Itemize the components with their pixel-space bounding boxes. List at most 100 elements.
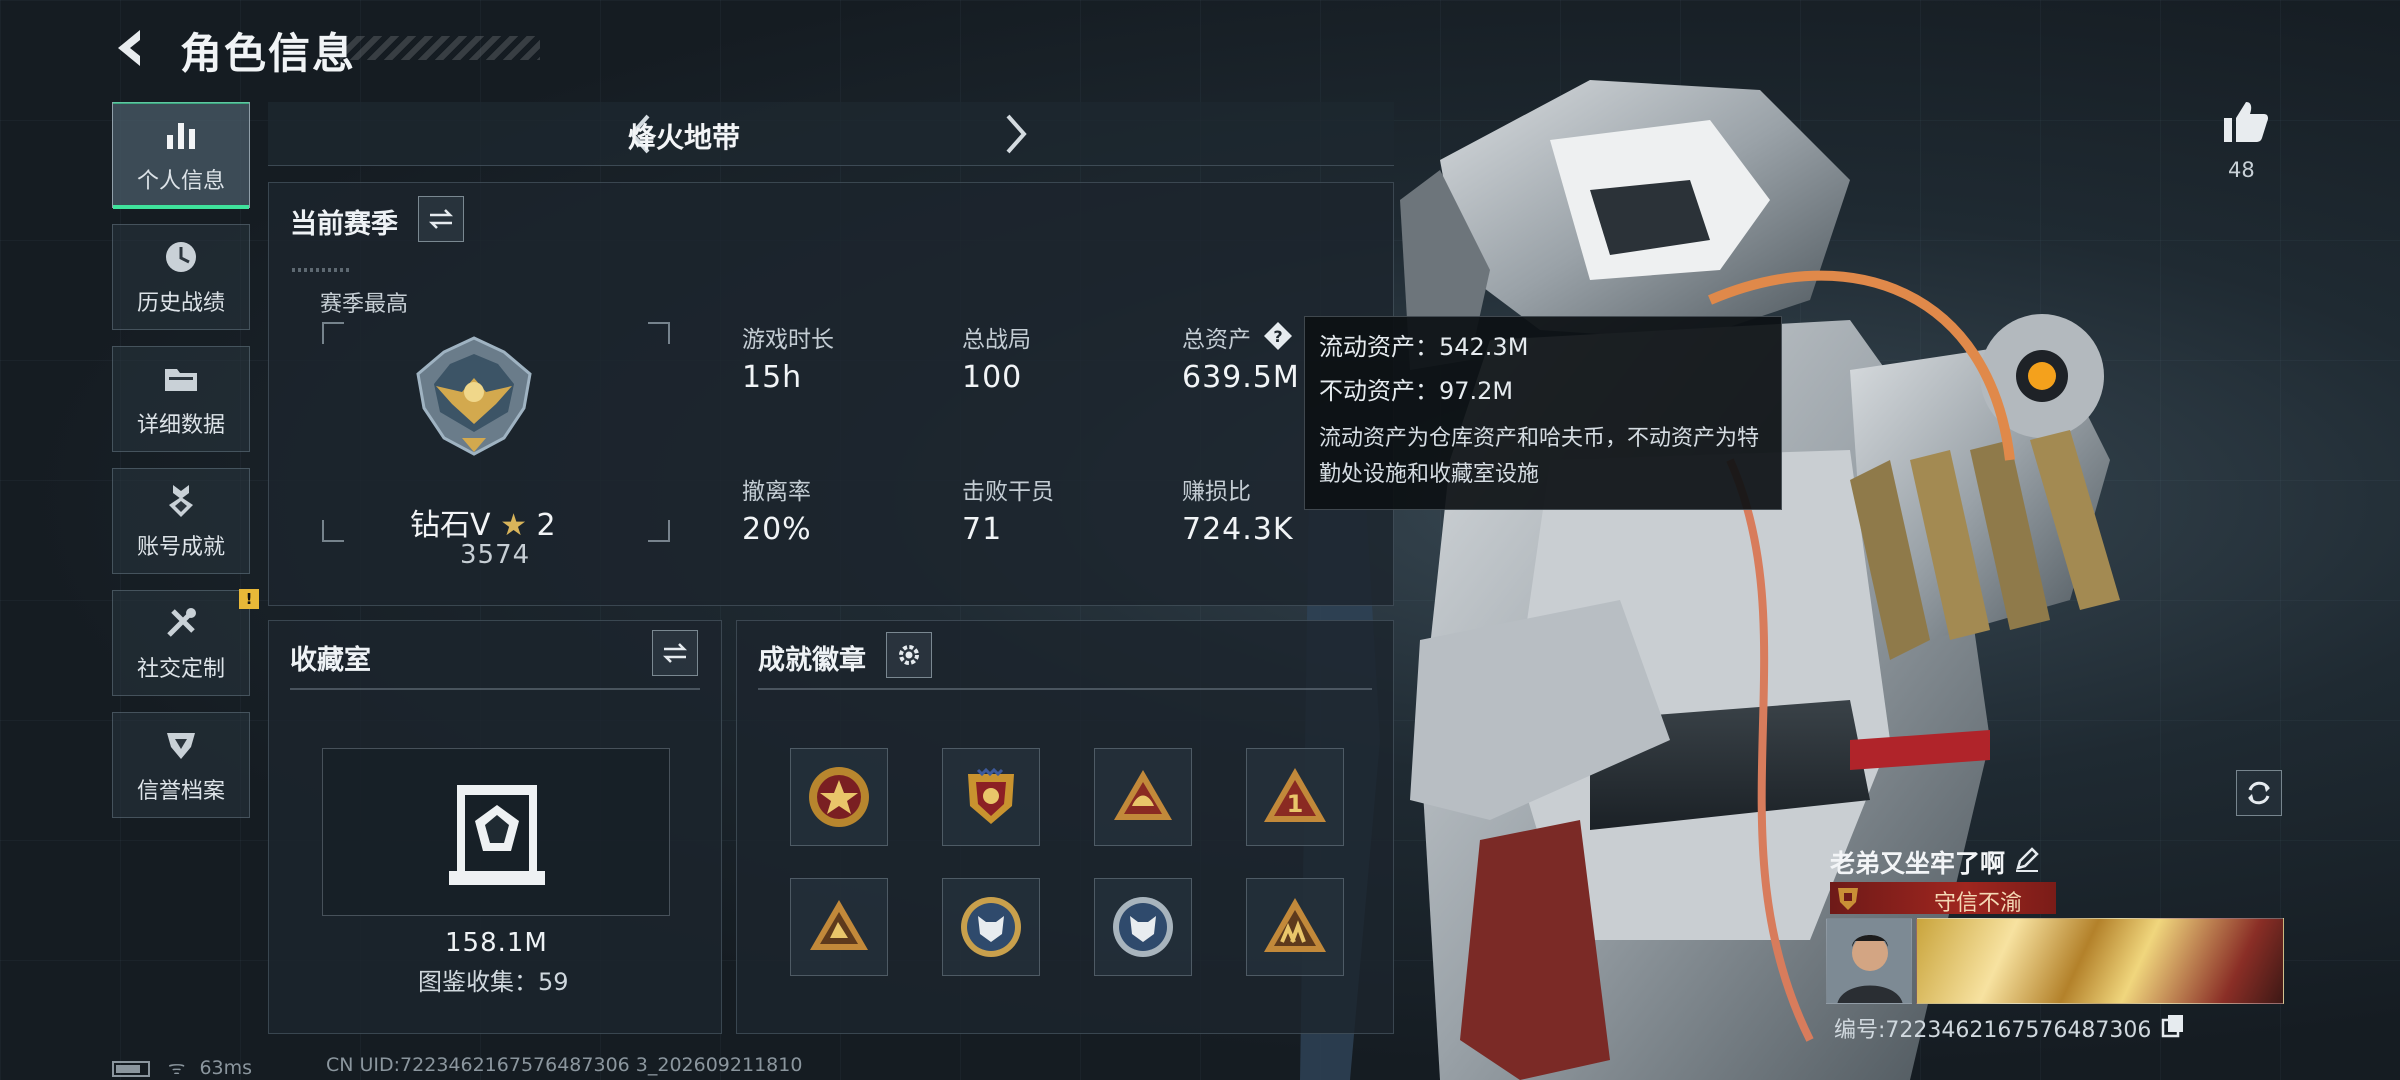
divider [290, 688, 700, 690]
achievement-badge[interactable]: 1 [1246, 748, 1344, 846]
game-screen: { "header": { "title": "角色信息" }, "sideba… [0, 0, 2400, 1080]
gear-icon [899, 645, 919, 665]
copy-icon[interactable] [2160, 1012, 2186, 1038]
warning-badge: ! [239, 589, 259, 609]
sidebar-item-label: 社交定制 [136, 657, 225, 682]
sidebar-item-label: 信誉档案 [136, 779, 225, 804]
stat-value: 639.5M [1182, 360, 1300, 395]
svg-text:?: ? [1273, 327, 1282, 346]
sidebar-item-personal-info[interactable]: 个人信息 [112, 102, 250, 209]
triangle-badge-icon [1114, 770, 1172, 820]
title-decoration [340, 36, 540, 60]
stat-value: 71 [962, 512, 1003, 547]
swap-icon [428, 209, 454, 229]
stat-label: 击败干员 [962, 479, 1054, 505]
star-icon: ★ [500, 508, 527, 543]
sidebar-item-label: 详细数据 [136, 413, 225, 438]
achievement-badge[interactable] [942, 748, 1040, 846]
thumbs-up-icon[interactable] [2220, 98, 2270, 144]
clock-icon [166, 242, 196, 272]
squad-badge-icon [1264, 898, 1326, 952]
season-best-label: 赛季最高 [320, 292, 409, 317]
sidebar-item-label: 个人信息 [136, 169, 225, 194]
collection-count: 图鉴收集：59 [418, 968, 569, 996]
achievement-badge[interactable] [942, 878, 1040, 976]
climber-badge-icon [810, 900, 868, 950]
season-title: 当前赛季 [290, 209, 398, 240]
achievement-badge[interactable] [1094, 878, 1192, 976]
stat-label: 游戏时长 [742, 327, 834, 353]
tooltip-fixed-assets: 不动资产：97.2M [1319, 377, 1514, 405]
profile-banner[interactable] [1916, 918, 2284, 1004]
emblem-icon [1838, 888, 1858, 910]
status-bar: ᯤ 63ms [112, 1054, 252, 1080]
stat-value: 15h [742, 360, 803, 395]
wolf-badge-icon [961, 897, 1021, 957]
shield-icon [167, 733, 195, 759]
battery-icon [112, 1060, 150, 1077]
stat-label: 赚损比 [1182, 479, 1251, 505]
collection-value: 158.1M [445, 928, 548, 958]
collection-switch-button[interactable] [652, 630, 698, 676]
wifi-icon: ᯤ [168, 1057, 186, 1079]
wolf-badge-icon [1113, 897, 1173, 957]
mode-title: 烽火地带 [627, 121, 740, 154]
sidebar-item-history[interactable]: 历史战绩 [112, 224, 250, 330]
season-switch-button[interactable] [418, 196, 464, 242]
sidebar-item-reputation[interactable]: 信誉档案 [112, 712, 250, 818]
avatar[interactable] [1826, 918, 1912, 1004]
star-shield-badge-icon [809, 767, 869, 827]
stat-label: 总资产 [1182, 327, 1251, 353]
player-name: 老弟又坐牢了啊 [1830, 849, 2006, 878]
achievement-badge[interactable] [790, 748, 888, 846]
tooltip-liquid-assets: 流动资产：542.3M [1319, 333, 1529, 361]
rotate-model-button[interactable] [2236, 770, 2282, 816]
page-title: 角色信息 [180, 29, 357, 78]
stat-value: 20% [742, 512, 812, 547]
stat-value: 724.3K [1182, 512, 1294, 547]
assets-tooltip: 流动资产：542.3M 不动资产：97.2M 流动资产为仓库资产和哈夫币，不动资… [1304, 316, 1782, 510]
vault-icon [449, 785, 545, 885]
sidebar-item-achievements[interactable]: 账号成就 [112, 468, 250, 574]
sidebar-item-social-custom[interactable]: ! 社交定制 [112, 589, 259, 696]
collection-title: 收藏室 [290, 645, 371, 676]
decor-dots [292, 268, 352, 272]
like-count: 48 [2228, 158, 2255, 182]
collection-room-preview[interactable] [322, 748, 670, 916]
help-icon[interactable]: ? [1262, 320, 1294, 352]
tooltip-note: 流动资产为仓库资产和哈夫币，不动资产为特勤处设施和收藏室设施 [1319, 426, 1760, 487]
achievement-badge[interactable] [1094, 748, 1192, 846]
stat-label: 撤离率 [742, 479, 811, 505]
ping: 63ms [199, 1057, 253, 1079]
folder-icon [165, 369, 197, 391]
stat-value: 100 [962, 360, 1023, 395]
sidebar-item-label: 历史战绩 [136, 291, 225, 316]
mode-selector: 烽火地带 [268, 102, 1394, 166]
badges-title: 成就徽章 [758, 645, 866, 676]
sidebar-item-label: 账号成就 [136, 535, 225, 560]
avatar-image [1827, 919, 1911, 1003]
refresh-icon [2248, 781, 2270, 805]
player-title-text: 守信不渝 [1934, 891, 2023, 916]
sidebar-item-detailed-data[interactable]: 详细数据 [112, 346, 250, 452]
player-title-badge[interactable]: 守信不渝 [1830, 882, 2056, 916]
svg-text:1: 1 [1287, 790, 1304, 818]
badges-settings-button[interactable] [886, 632, 932, 678]
crest-badge-icon [968, 767, 1014, 824]
rank-name: 钻石V ★ 2 [410, 508, 556, 543]
medal-icon [169, 485, 193, 517]
swap-icon [662, 643, 688, 663]
achievement-badge[interactable] [790, 878, 888, 976]
next-mode-arrow-icon[interactable] [990, 110, 1038, 158]
number-one-badge-icon: 1 [1264, 768, 1326, 822]
divider [758, 688, 1372, 690]
rank-emblem-icon [416, 336, 532, 456]
player-id: 编号:7223462167576487306 [1834, 1018, 2152, 1043]
bar-chart-icon [167, 123, 195, 149]
stat-label: 总战局 [962, 327, 1031, 353]
tools-icon [167, 608, 196, 637]
achievement-badge[interactable] [1246, 878, 1344, 976]
rank-score: 3574 [460, 540, 531, 570]
back-arrow-icon[interactable] [110, 26, 154, 70]
edit-icon[interactable] [2012, 844, 2042, 874]
